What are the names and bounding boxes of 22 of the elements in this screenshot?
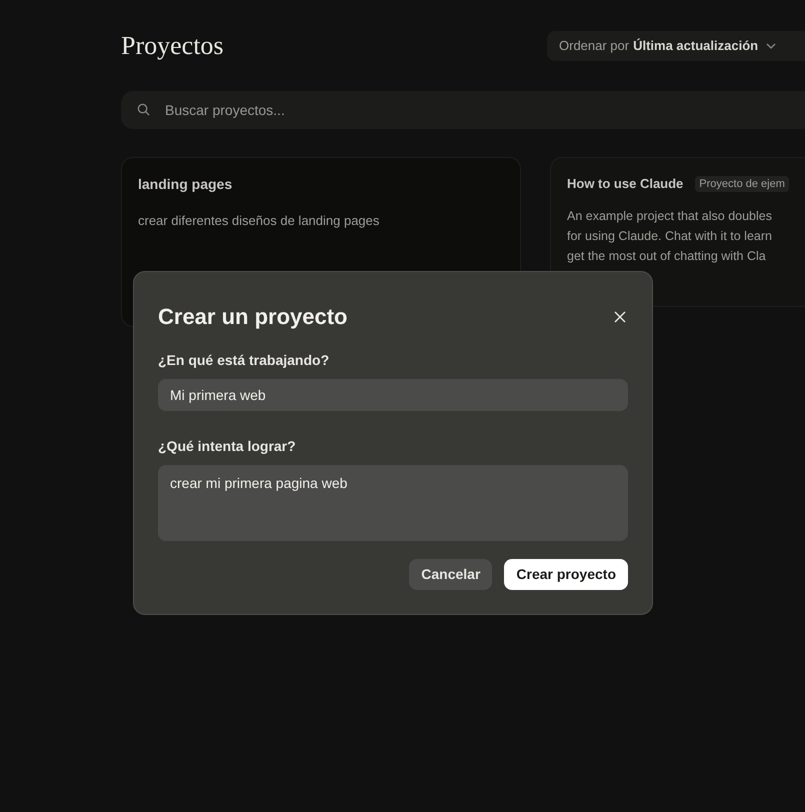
project-name: landing pages bbox=[138, 175, 232, 194]
sort-dropdown[interactable]: Ordenar por Última actualización bbox=[547, 30, 805, 60]
search-icon bbox=[137, 103, 150, 116]
cancel-button[interactable]: Cancelar bbox=[409, 559, 492, 590]
create-button[interactable]: Crear proyecto bbox=[504, 559, 628, 590]
project-name: How to use Claude bbox=[567, 175, 684, 193]
project-badge: Proyecto de ejem bbox=[695, 176, 789, 192]
sort-value: Última actualización bbox=[633, 36, 758, 55]
sort-label: Ordenar por bbox=[559, 36, 630, 55]
caret-icon bbox=[766, 40, 776, 50]
field-label: ¿Qué intenta lograr? bbox=[158, 437, 297, 456]
search-field[interactable]: Buscar proyectos... bbox=[121, 91, 805, 129]
project-description-line: for using Claude. Chat with it to learn bbox=[567, 228, 772, 245]
project-description: crear diferentes diseños de landing pages bbox=[138, 212, 380, 230]
page-title: Proyectos bbox=[121, 30, 224, 62]
project-card[interactable]: How to use Claude Proyecto de ejem An example project that also doubles for using Claude. Chat with it to learn get the most out of chatting with Cla bbox=[550, 157, 805, 307]
field-label: ¿En qué está trabajando? bbox=[158, 351, 330, 370]
project-description-line: An example project that also doubles bbox=[567, 208, 772, 225]
close-button[interactable] bbox=[614, 310, 628, 324]
text-area[interactable]: crear mi primera pagina web bbox=[158, 465, 628, 541]
project-description-line: get the most out of chatting with Cla bbox=[567, 248, 766, 265]
input-field[interactable]: Mi primera web bbox=[158, 379, 628, 411]
